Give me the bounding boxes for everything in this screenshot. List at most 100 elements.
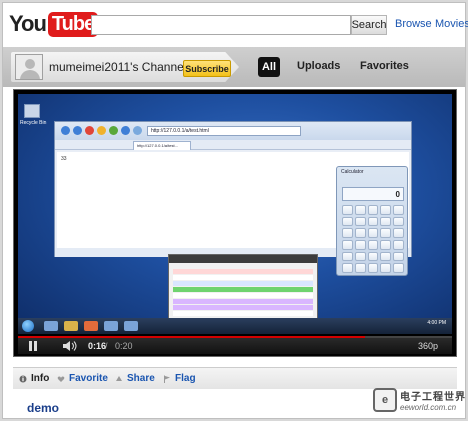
process-explorer-window — [168, 254, 318, 326]
refresh-icon — [109, 126, 118, 135]
eeworld-watermark: e 电子工程世界 eeworld.com.cn — [373, 385, 467, 415]
calculator-key — [380, 216, 392, 227]
taskbar-ie-icon — [44, 321, 58, 331]
calculator-key — [354, 239, 366, 250]
calculator-key — [367, 239, 379, 250]
calculator-key — [393, 263, 404, 273]
flag-icon — [164, 375, 170, 383]
process-row — [173, 299, 313, 304]
calculator-key — [342, 216, 353, 227]
pause-icon[interactable] — [28, 341, 38, 351]
tab-favorites[interactable]: Favorites — [360, 60, 409, 72]
favorite-button[interactable]: Favorite — [57, 373, 108, 384]
calculator-key — [342, 263, 353, 273]
calculator-key — [354, 205, 366, 215]
taskbar-app-icon — [124, 321, 138, 331]
taskbar-folder-icon — [64, 321, 78, 331]
calculator-key — [354, 251, 366, 262]
history-icon — [133, 126, 142, 135]
favorite-star-icon — [97, 126, 106, 135]
calculator-title: Calculator — [341, 169, 364, 175]
calculator-key — [380, 263, 392, 273]
share-label: Share — [127, 373, 155, 384]
avatar[interactable] — [15, 54, 43, 80]
calculator-key — [354, 228, 366, 238]
calculator-keypad — [342, 205, 404, 273]
calculator-window: Calculator 0 — [336, 166, 408, 276]
volume-icon[interactable] — [62, 341, 78, 351]
start-orb-icon — [22, 320, 34, 332]
video-frame-desktop: Recycle Bin http://127.0.0.1/a/test.html… — [18, 94, 452, 334]
stop-icon — [85, 126, 94, 135]
avatar-head-shape — [25, 59, 35, 69]
info-icon — [19, 375, 27, 382]
youtube-logo[interactable]: You Tube — [9, 11, 99, 37]
flag-button[interactable]: Flag — [163, 373, 196, 384]
calculator-key — [367, 251, 379, 262]
heart-icon — [57, 375, 65, 382]
calculator-key — [380, 239, 392, 250]
calculator-key — [367, 205, 379, 215]
info-label: Info — [31, 373, 50, 384]
taskbar-media-icon — [84, 321, 98, 331]
taskbar-clock: 4:00 PM — [427, 320, 446, 326]
watermark-cn-text: 电子工程世界 — [400, 392, 466, 403]
nav-movies-link[interactable]: Movies — [435, 18, 468, 30]
search-button[interactable]: Search — [351, 15, 387, 35]
video-taskbar: 4:00 PM — [18, 318, 452, 334]
calculator-key — [393, 251, 404, 262]
calculator-key — [342, 228, 353, 238]
process-explorer-toolbar — [169, 255, 317, 263]
home-icon — [121, 126, 130, 135]
browser-url-field: http://127.0.0.1/a/test.html — [147, 126, 301, 136]
avatar-body-shape — [20, 70, 40, 79]
watermark-url-text: eeworld.com.cn — [400, 403, 457, 412]
eeworld-logo-icon: e — [373, 388, 397, 412]
browser-content-text: 33 — [61, 156, 67, 162]
desktop-icon-label: Recycle Bin — [20, 120, 47, 126]
current-time: 0:16 — [88, 341, 107, 351]
share-button[interactable]: Share — [115, 373, 155, 384]
total-time: 0:20 — [115, 341, 133, 351]
nav-browse-link[interactable]: Browse — [395, 18, 432, 30]
process-row — [173, 305, 313, 310]
channel-name[interactable]: mumeimei2011's Channel — [49, 60, 186, 74]
top-bar: You Tube Search Browse Movies — [3, 3, 468, 45]
calculator-key — [380, 205, 392, 215]
calculator-key — [342, 251, 353, 262]
channel-bar: mumeimei2011's Channel Subscribe All Upl… — [3, 47, 465, 87]
calculator-key — [342, 205, 353, 215]
quality-selector[interactable]: 360p — [418, 341, 438, 351]
recycle-bin-icon — [24, 104, 40, 118]
favorite-label: Favorite — [69, 373, 108, 384]
subscribe-button[interactable]: Subscribe — [183, 60, 231, 77]
calculator-key — [354, 263, 366, 273]
calculator-key — [354, 216, 366, 227]
back-icon — [61, 126, 70, 135]
time-separator: / — [105, 341, 108, 351]
watermark-text: 电子工程世界 eeworld.com.cn — [400, 388, 466, 412]
process-row — [173, 281, 313, 286]
browser-toolbar: http://127.0.0.1/a/test.html — [55, 122, 411, 140]
process-row — [173, 275, 313, 280]
search-input[interactable] — [91, 15, 351, 35]
forward-icon — [73, 126, 82, 135]
process-row — [173, 293, 313, 298]
video-player[interactable]: Recycle Bin http://127.0.0.1/a/test.html… — [13, 89, 457, 357]
browser-tab: http://127.0.0.1/a/test... — [133, 141, 191, 150]
process-row — [173, 287, 313, 292]
calculator-key — [380, 228, 392, 238]
calculator-key — [393, 228, 404, 238]
youtube-page: You Tube Search Browse Movies mumeimei20… — [2, 2, 468, 419]
calculator-key — [393, 205, 404, 215]
tab-uploads[interactable]: Uploads — [297, 60, 340, 72]
calculator-key — [367, 263, 379, 273]
calculator-key — [380, 251, 392, 262]
calculator-key — [393, 216, 404, 227]
share-arrow-icon — [116, 375, 122, 381]
player-controls: 0:16 / 0:20 360p — [18, 338, 452, 354]
info-button[interactable]: Info — [19, 373, 49, 384]
calculator-display: 0 — [342, 187, 404, 201]
tab-all[interactable]: All — [258, 57, 280, 77]
browser-tab-bar: http://127.0.0.1/a/test... — [55, 140, 411, 150]
